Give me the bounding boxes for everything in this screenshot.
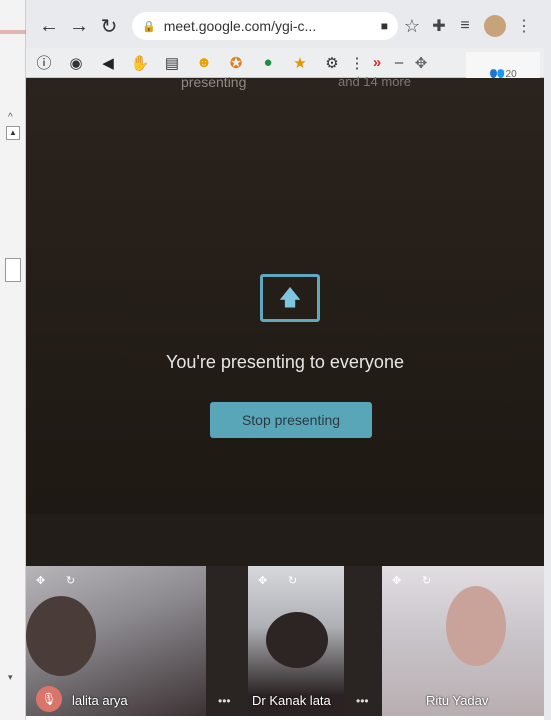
more-options-icon[interactable]: ••• bbox=[356, 694, 369, 708]
url-text: meet.google.com/ygi-c... bbox=[163, 18, 317, 34]
extensions-icon[interactable]: ✚ bbox=[426, 16, 452, 36]
refresh-icon[interactable]: ↻ bbox=[288, 574, 297, 587]
scroll-up-button[interactable]: ▲ bbox=[6, 126, 20, 140]
upload-arrow-icon: 🡅 bbox=[278, 285, 302, 310]
scroll-up-chevron-icon[interactable]: ^ bbox=[8, 112, 13, 123]
participant-video bbox=[26, 596, 96, 676]
badge-icon[interactable]: ✪ bbox=[220, 48, 252, 78]
background-page: ^ ▲ ▾ bbox=[0, 0, 26, 720]
address-bar[interactable]: 🔒 meet.google.com/ygi-c... ■ bbox=[132, 12, 398, 40]
browser-window: ← → ↻ 🔒 meet.google.com/ygi-c... ■ ☆ ✚ ≡… bbox=[26, 4, 544, 720]
move-icon[interactable]: ✥ bbox=[410, 48, 432, 78]
others-label: and 14 more bbox=[338, 74, 411, 89]
minimize-icon[interactable]: – bbox=[388, 48, 410, 78]
browser-toolbar: ← → ↻ 🔒 meet.google.com/ygi-c... ■ ☆ ✚ ≡… bbox=[26, 4, 544, 48]
note-icon[interactable]: ▤ bbox=[156, 48, 188, 78]
menu-icon[interactable]: ⋮ bbox=[516, 16, 532, 36]
participant-strip: ✥ ↻ 🎙 lalita arya ✥ ↻ Dr Kanak lata ••• … bbox=[26, 566, 544, 720]
presentation-stage: presenting and 14 more 🡅 You're presenti… bbox=[26, 74, 544, 548]
emoji-icon[interactable]: ☻ bbox=[188, 48, 220, 78]
present-screen-icon: 🡅 bbox=[260, 274, 320, 322]
refresh-icon[interactable]: ↻ bbox=[422, 574, 431, 587]
participant-name: Dr Kanak lata bbox=[252, 693, 331, 708]
hand-icon[interactable]: ✋ bbox=[124, 48, 156, 78]
info-icon[interactable]: ⓘ bbox=[28, 48, 60, 78]
star-icon[interactable]: ☆ bbox=[398, 16, 426, 37]
back-icon[interactable]: ← bbox=[34, 11, 64, 41]
camera-icon[interactable]: ■ bbox=[381, 19, 388, 33]
scrollbar-thumb[interactable] bbox=[5, 258, 21, 282]
bottom-edge bbox=[26, 716, 544, 720]
more-icon[interactable]: ⋮ bbox=[348, 48, 366, 78]
lock-icon[interactable]: 🔒 bbox=[142, 20, 156, 33]
media-icon[interactable]: ≡ bbox=[452, 17, 478, 35]
participant-tile[interactable]: ✥ ↻ 🎙 lalita arya bbox=[26, 566, 206, 718]
mic-off-icon: 🎙 bbox=[36, 686, 62, 712]
favorite-icon[interactable]: ★ bbox=[284, 48, 316, 78]
settings-icon[interactable]: ⚙ bbox=[316, 48, 348, 78]
chat-icon[interactable]: ● bbox=[252, 48, 284, 78]
speaker-icon[interactable]: ◀ bbox=[92, 48, 124, 78]
more-options-icon[interactable]: ••• bbox=[218, 694, 231, 708]
participant-video bbox=[446, 586, 506, 666]
presenting-label: presenting bbox=[181, 74, 247, 90]
move-icon[interactable]: ✥ bbox=[36, 574, 45, 587]
present-message: You're presenting to everyone bbox=[166, 352, 404, 372]
reload-icon[interactable]: ↻ bbox=[94, 11, 124, 41]
forward-icon[interactable]: → bbox=[64, 11, 94, 41]
participant-tile[interactable]: ✥ ↻ Ritu Yadav bbox=[382, 566, 544, 718]
participant-name: lalita arya bbox=[72, 693, 128, 708]
profile-avatar[interactable] bbox=[484, 15, 506, 37]
move-icon[interactable]: ✥ bbox=[258, 574, 267, 587]
participant-video bbox=[266, 612, 328, 668]
background-accent bbox=[0, 30, 26, 34]
scroll-down-icon[interactable]: ▾ bbox=[8, 672, 13, 683]
participant-name: Ritu Yadav bbox=[426, 693, 489, 708]
stop-presenting-button[interactable]: Stop presenting bbox=[210, 402, 372, 438]
stage-divider bbox=[26, 514, 544, 566]
move-icon[interactable]: ✥ bbox=[392, 574, 401, 587]
refresh-icon[interactable]: ↻ bbox=[66, 574, 75, 587]
chevron-icon[interactable]: » bbox=[366, 48, 388, 78]
participant-tile[interactable]: ✥ ↻ Dr Kanak lata bbox=[248, 566, 344, 718]
eye-icon[interactable]: ◉ bbox=[60, 48, 92, 78]
